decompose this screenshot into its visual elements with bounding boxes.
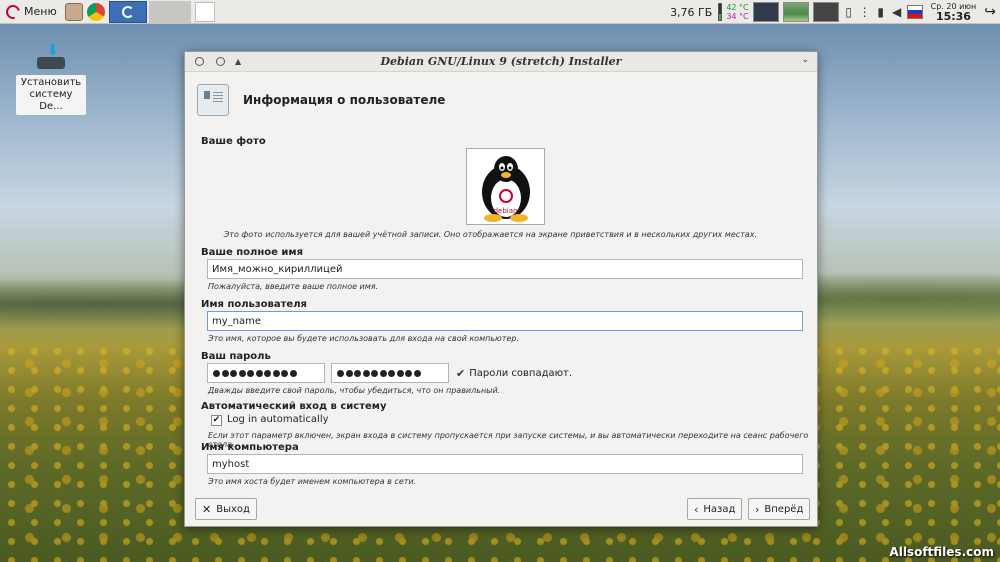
keyboard-layout-flag-icon[interactable] — [906, 5, 923, 19]
hostname-hint: Это имя хоста будет именем компьютера в … — [208, 477, 417, 486]
back-button[interactable]: ‹ Назад — [687, 498, 743, 520]
password-field[interactable] — [207, 363, 325, 383]
logout-icon[interactable]: ↪ — [984, 4, 996, 20]
password-hint: Дважды введите свой пароль, чтобы убедит… — [208, 386, 501, 395]
password-dot — [413, 369, 421, 377]
exit-button-label: Выход — [216, 503, 250, 515]
full-name-hint: Пожалуйста, введите ваше полное имя. — [208, 282, 379, 291]
clock-time: 15:36 — [935, 9, 971, 23]
gpu-temp: 34 °C — [726, 12, 749, 21]
hostname-label: Имя компьютера — [201, 442, 299, 453]
checkmark-icon: ✔ — [456, 367, 466, 380]
password-dot — [379, 369, 387, 377]
taskbar-installer-active[interactable] — [108, 0, 147, 23]
autologin-checkbox[interactable]: ✔ — [211, 415, 222, 426]
password-dot — [255, 369, 263, 377]
photo-hint: Это фото используется для вашей учётной … — [223, 230, 757, 239]
page-header: Информация о пользователе — [197, 84, 817, 116]
file-manager-launcher-icon[interactable] — [64, 2, 83, 21]
network-graph-icon[interactable] — [812, 2, 839, 22]
hostname-field[interactable] — [207, 454, 803, 474]
username-hint: Это имя, которое вы будете использовать … — [208, 334, 519, 343]
window-title: Debian GNU/Linux 9 (stretch) Installer — [380, 55, 622, 68]
menu-label: Меню — [24, 5, 57, 18]
photo-label: Ваше фото — [201, 136, 266, 147]
next-button-label: Вперёд — [764, 503, 804, 515]
password-label: Ваш пароль — [201, 351, 271, 362]
password-match-text: Пароли совпадают. — [469, 368, 573, 379]
password-dot — [289, 369, 297, 377]
autologin-checkbox-label[interactable]: Log in automatically — [227, 414, 329, 425]
watermark: Allsoftfiles.com — [889, 545, 994, 559]
menu-button[interactable]: Меню — [0, 0, 63, 24]
username-field[interactable] — [207, 311, 803, 331]
exit-button[interactable]: ✕ Выход — [195, 498, 257, 520]
close-icon: ✕ — [202, 502, 212, 516]
password-confirm-field[interactable] — [331, 363, 449, 383]
debian-icon — [121, 5, 134, 18]
user-photo[interactable]: debian — [466, 148, 545, 225]
username-label: Имя пользователя — [201, 299, 307, 310]
disk-bar-icon — [718, 3, 723, 21]
desktop-icon-install[interactable]: ⬇ Установить систему De... — [16, 42, 86, 115]
taskbar-empty-slot[interactable] — [148, 0, 191, 23]
password-dot — [221, 369, 229, 377]
password-dot — [345, 369, 353, 377]
top-panel: Меню 3,76 ГБ 42 °C 34 °C ▯ ⋮ ▮ ◀ Ср. 20 … — [0, 0, 1000, 24]
volume-icon[interactable]: ◀ — [891, 5, 903, 19]
memory-graph-icon[interactable] — [782, 2, 809, 22]
autologin-label: Автоматический вход в систему — [201, 401, 387, 412]
page-title: Информация о пользователе — [243, 93, 446, 107]
install-drive-icon: ⬇ — [37, 42, 65, 69]
password-dot — [354, 369, 361, 377]
password-dot — [405, 369, 412, 377]
password-dot — [362, 369, 370, 377]
chrome-launcher-icon[interactable] — [86, 2, 105, 21]
cpu-graph-icon[interactable] — [752, 2, 779, 22]
back-button-label: Назад — [703, 503, 736, 515]
password-dot — [396, 369, 404, 377]
disk-usage: 3,76 ГБ — [670, 5, 713, 19]
clipboard-icon[interactable]: ▯ — [843, 5, 855, 19]
photo-logo-text: debian — [493, 207, 518, 215]
autologin-hint: Если этот параметр включен, экран входа … — [208, 431, 809, 449]
password-dot — [264, 369, 271, 377]
password-dot — [371, 369, 378, 377]
password-match-indicator: ✔ Пароли совпадают. — [456, 367, 572, 380]
desktop-icon-label: Установить систему De... — [16, 75, 86, 115]
password-dot — [247, 369, 254, 377]
full-name-field[interactable] — [207, 259, 803, 279]
password-dot — [281, 369, 288, 377]
cpu-temp: 42 °C — [726, 3, 749, 12]
wifi-icon[interactable]: ⋮ — [859, 5, 871, 19]
clock[interactable]: Ср. 20 июн 15:36 — [931, 2, 977, 23]
chevron-right-icon: › — [755, 502, 760, 516]
battery-icon[interactable]: ▮ — [875, 5, 887, 19]
full-name-label: Ваше полное имя — [201, 247, 304, 258]
system-tray: 3,76 ГБ 42 °C 34 °C ▯ ⋮ ▮ ◀ Ср. 20 июн 1… — [670, 0, 1000, 24]
password-dot — [238, 369, 246, 377]
taskbar-debian-window[interactable] — [194, 1, 215, 22]
installer-window: ▲ Debian GNU/Linux 9 (stretch) Installer… — [184, 51, 818, 527]
debian-logo-icon — [3, 1, 23, 22]
temperature-readout: 42 °C 34 °C — [726, 3, 748, 21]
password-dot — [230, 369, 237, 377]
next-button[interactable]: › Вперёд — [748, 498, 811, 520]
window-titlebar[interactable]: ▲ Debian GNU/Linux 9 (stretch) Installer… — [185, 52, 817, 72]
chevron-left-icon: ‹ — [694, 502, 699, 516]
user-card-icon — [197, 84, 229, 116]
password-dot — [272, 369, 280, 377]
password-dot — [213, 369, 220, 377]
password-dot — [337, 369, 344, 377]
window-menu-chevron-icon[interactable]: ⌄ — [801, 55, 809, 65]
password-dot — [388, 369, 395, 377]
